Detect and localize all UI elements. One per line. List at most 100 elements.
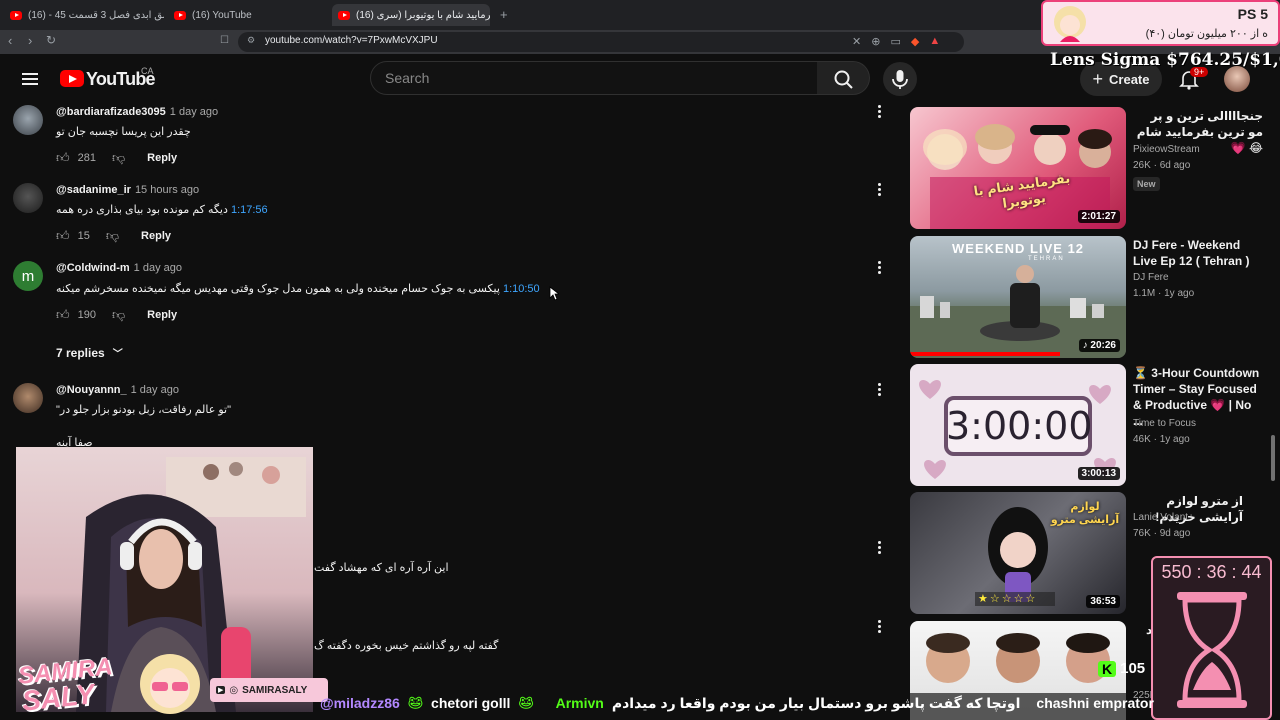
like-count: 281 (77, 152, 96, 164)
country-code: CA (141, 66, 154, 76)
channel-name[interactable]: Time to Focus (1133, 416, 1196, 432)
comment-header: @Coldwind-m 1 day ago (56, 262, 182, 274)
bookmark-icon[interactable]: ☐ (220, 35, 229, 46)
chat-user: Armivn (555, 695, 604, 711)
url-text[interactable]: youtube.com/watch?v=7PxwMcVXJPU (265, 35, 438, 46)
page-scrollbar[interactable] (1271, 435, 1275, 481)
comment-timestamp-link[interactable]: 1:10:50 (503, 283, 540, 295)
plus-icon: + (1092, 68, 1104, 89)
comment-header: @Nouyannn_ 1 day ago (56, 384, 179, 396)
comment-date[interactable]: 1 day ago (131, 384, 179, 396)
new-tab-button[interactable]: + (500, 7, 508, 22)
cast-icon[interactable]: ▭ (890, 35, 900, 48)
brave-rewards-icon[interactable]: ▲ (929, 35, 940, 48)
star-rating-icon: ★☆☆☆☆ (978, 593, 1038, 605)
channel-name[interactable]: PixieowStream (1133, 142, 1200, 158)
comment-timestamp-link[interactable]: 1:17:56 (231, 204, 268, 216)
like-icon[interactable]: 👍︎ (56, 228, 70, 244)
video-duration: ♪ 20:26 (1078, 339, 1120, 352)
video-stats: 46K · 1y ago (1133, 434, 1190, 445)
countdown-timer-panel: 550 : 36 : 44 (1151, 556, 1272, 720)
more-actions-icon[interactable] (878, 383, 882, 397)
comment-header: @sadanime_ir 15 hours ago (56, 184, 199, 196)
more-actions-icon[interactable] (878, 261, 882, 275)
countdown-timer: 550 : 36 : 44 (1161, 562, 1262, 582)
voice-search-button[interactable] (883, 62, 917, 96)
comment-author[interactable]: @bardiarafizade3095 (56, 106, 166, 118)
reply-button[interactable]: Reply (147, 309, 177, 321)
comment-author[interactable]: @sadanime_ir (56, 184, 131, 196)
comment-actions: 👍︎ 15 👎︎ Reply (56, 228, 171, 244)
back-icon[interactable]: ‹ (8, 33, 12, 48)
youtube-icon: ▶ (216, 686, 226, 694)
like-count: 15 (77, 230, 90, 242)
video-duration: 36:53 (1086, 595, 1120, 608)
chat-ticker: @miladzz86 🐸︎ chetori golll 🐸︎ Armivn او… (320, 691, 1160, 715)
reload-icon[interactable]: ↻ (46, 33, 56, 47)
dislike-icon[interactable]: 👎︎ (112, 307, 125, 323)
hourglass-icon (1177, 592, 1247, 708)
video-thumbnail[interactable]: بفرمایید شام با یوتوبرا 2:01:27 (910, 107, 1126, 229)
donation-goal-panel: PS 5 ه از ۲۰۰ میلیون تومان (۴۰) (1041, 0, 1280, 46)
comment-author[interactable]: @Coldwind-m (56, 262, 130, 274)
video-thumbnail[interactable]: لوازم آرایشی مترو ★☆☆☆☆ 36:53 (910, 492, 1126, 614)
forward-icon[interactable]: › (28, 33, 32, 48)
browser-tab[interactable]: (16) YouTube (168, 4, 328, 26)
chat-message: اوتچا که گفت پاشو برو دستمال بیار من بود… (611, 694, 1021, 711)
emote-icon: 🐸︎ (407, 696, 424, 710)
zoom-icon[interactable]: ⊕ (871, 35, 880, 48)
channel-name[interactable]: DJ Fere (1133, 270, 1169, 286)
comment-avatar[interactable] (13, 105, 43, 135)
comment-avatar[interactable]: m (13, 261, 43, 291)
thumbnail-caption: WEEKEND LIVE 12 (952, 241, 1085, 256)
browser-tab-active[interactable]: (16) بفرمایید شام با یوتیوبرا (سری ✕ (332, 4, 490, 26)
mouse-cursor-icon (549, 286, 559, 301)
search-input[interactable]: Search (370, 61, 818, 95)
social-handle-badge: ▶ ◎ SAMIRASALY (210, 678, 328, 702)
like-count: 190 (77, 309, 96, 321)
comment-date[interactable]: 1 day ago (170, 106, 218, 118)
menu-icon[interactable] (22, 70, 38, 88)
chat-message: chetori golll (431, 695, 511, 711)
more-actions-icon[interactable] (878, 105, 882, 119)
site-info-icon[interactable]: ⚙ (247, 35, 255, 46)
comment-author[interactable]: @Nouyannn_ (56, 384, 127, 396)
like-icon[interactable]: 👍︎ (56, 307, 70, 323)
emote-icon: 🐸︎ (518, 696, 534, 710)
reply-button[interactable]: Reply (141, 230, 171, 242)
video-thumbnail[interactable]: 3:00:00 3:00:13 (910, 364, 1126, 486)
video-stats: 76K · 9d ago (1133, 528, 1191, 539)
youtube-favicon-icon (174, 10, 186, 20)
instagram-icon: ◎ (229, 684, 239, 696)
video-thumbnail[interactable]: WEEKEND LIVE 12 TEHRAN ♪ 20:26 (910, 236, 1126, 358)
channel-name[interactable]: Lanie Volant (1133, 510, 1188, 526)
browser-tab[interactable]: عشق ابدی فصل 3 قسمت 45 - (16) ›e (4, 4, 164, 26)
comment-avatar[interactable] (13, 383, 43, 413)
comment-date[interactable]: 15 hours ago (135, 184, 199, 196)
video-duration: 3:00:13 (1077, 467, 1120, 480)
new-badge: New (1133, 177, 1160, 191)
like-icon[interactable]: 👍︎ (56, 150, 70, 166)
mute-icon[interactable]: ✕ (852, 35, 861, 48)
thumbnail-caption: لوازم آرایشی مترو (1050, 501, 1120, 526)
dislike-icon[interactable]: 👎︎ (106, 228, 119, 244)
reply-button[interactable]: Reply (147, 152, 177, 164)
more-actions-icon[interactable] (878, 620, 882, 634)
microphone-icon (892, 70, 908, 89)
comment-date[interactable]: 1 day ago (134, 262, 182, 274)
kick-logo-icon: K (1098, 660, 1117, 677)
create-label: Create (1109, 71, 1150, 87)
replies-toggle-button[interactable]: 7 replies ﹀ (56, 345, 123, 361)
tab-title: (16) بفرمایید شام با یوتیوبرا (سری (356, 9, 490, 21)
search-button[interactable] (817, 61, 870, 95)
more-actions-icon[interactable] (878, 183, 882, 197)
brave-shield-icon[interactable]: ◆ (911, 35, 919, 48)
video-title[interactable]: DJ Fere - Weekend Live Ep 12 ( Tehran ) (1133, 237, 1263, 269)
video-duration: 2:01:27 (1077, 210, 1120, 223)
comment-text: پیکسی به جوک حسام میخنده ولی به همون مدل… (56, 283, 540, 295)
youtube-logo-icon[interactable] (60, 70, 84, 87)
more-actions-icon[interactable] (878, 541, 882, 555)
dislike-icon[interactable]: 👎︎ (112, 150, 125, 166)
comment-avatar[interactable] (13, 183, 43, 213)
comment-text: دیگه کم مونده بود بیای بذاری دره همه 1:1… (56, 204, 268, 216)
